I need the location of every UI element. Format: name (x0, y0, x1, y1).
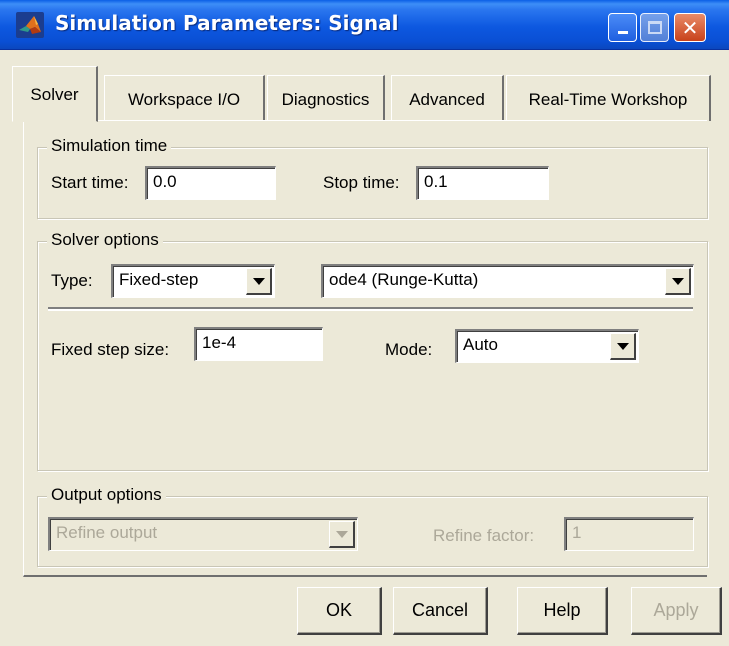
help-button[interactable]: Help (517, 587, 608, 635)
close-icon: ✕ (681, 15, 699, 40)
tab-diagnostics[interactable]: Diagnostics (267, 75, 385, 121)
tab-advanced[interactable]: Advanced (391, 75, 504, 121)
window-title: Simulation Parameters: Signal (55, 11, 399, 35)
dialog-window: Simulation Parameters: Signal ✕ Solver W… (0, 0, 729, 646)
maximize-button[interactable] (640, 13, 669, 42)
tab-label: Solver (30, 85, 79, 104)
tab-real-time-workshop[interactable]: Real-Time Workshop (506, 75, 711, 121)
minimize-button[interactable] (608, 13, 637, 42)
maximize-icon (647, 21, 662, 34)
apply-button: Apply (631, 587, 722, 635)
solver-tab-panel (23, 120, 707, 577)
tab-label: Diagnostics (281, 89, 370, 109)
tab-label: Advanced (409, 89, 485, 109)
tab-solver[interactable]: Solver (12, 66, 98, 122)
minimize-icon (617, 31, 628, 34)
tab-label: Workspace I/O (127, 89, 241, 109)
title-bar[interactable]: Simulation Parameters: Signal ✕ (0, 0, 729, 50)
tab-workspace-io[interactable]: Workspace I/O (104, 75, 265, 121)
close-button[interactable]: ✕ (674, 13, 706, 42)
ok-button[interactable]: OK (297, 587, 382, 635)
tab-label: Real-Time Workshop (528, 89, 688, 109)
cancel-button[interactable]: Cancel (393, 587, 488, 635)
matlab-logo-icon (16, 12, 44, 38)
